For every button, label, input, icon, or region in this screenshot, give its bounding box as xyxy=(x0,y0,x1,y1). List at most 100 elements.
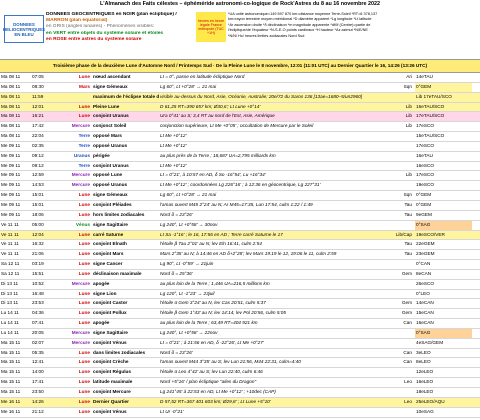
event-date: Di 13 11 xyxy=(1,280,19,286)
event-time: 21:12 xyxy=(32,408,44,414)
table-row: Ma 15 11 05:35 Lune dans limites zodiacales… xyxy=(0,349,480,359)
event-sign xyxy=(375,142,415,151)
event-date: Ma 08 11 xyxy=(1,113,21,119)
event-sign xyxy=(375,329,415,338)
event-date: Di 13 11 xyxy=(1,300,19,306)
event-zodiac: 0°GEM xyxy=(416,201,432,207)
event-sign xyxy=(375,280,415,289)
event-detail: Lt = 0°21' ; à 21:56 en AD, δ -22°26', L… xyxy=(160,339,264,345)
event-zodiac: 17eSCO xyxy=(416,142,434,148)
event-name: signe Cancer xyxy=(93,261,123,267)
event-name: dans limites zodiacales xyxy=(93,349,146,355)
event-zodiac: 17eSCO xyxy=(416,172,434,178)
table-row: Ve 11 11 16:32 Lune conjoint Elnath l'étoile… xyxy=(0,240,480,251)
event-name: conjonct Soleil xyxy=(93,123,127,129)
event-sign: Lib xyxy=(405,103,412,109)
event-zodiac: 3eLEO xyxy=(416,349,431,355)
event-planet: Lune xyxy=(78,359,90,365)
event-zodiac: 25eLEO/AQU xyxy=(416,398,445,404)
event-planet: Lune xyxy=(78,211,90,217)
event-name: conjoint Pollux xyxy=(93,310,127,316)
event-time: 18:06 xyxy=(32,211,44,217)
event-planet: Lune xyxy=(78,192,90,198)
event-name: conjoint Uranus xyxy=(93,113,129,119)
event-name: opposé Lune xyxy=(93,172,123,178)
event-detail: D 57,52 RT=367 401 603 km; Ø29,8' ; Lt L… xyxy=(160,398,271,404)
event-detail: l'étoile α Gem 3°24' au N, lev Cas 20:51… xyxy=(160,300,266,306)
event-time: 08:30 xyxy=(32,83,44,89)
table-row: Ma 15 11 02:07 Mercure conjoint Vénus Lt = 0… xyxy=(0,339,480,349)
legend: DONNEES GEOCENTRIQUES en NOIR (plan écli… xyxy=(46,9,194,59)
table-row: Di 13 11 16:48 Lune signe Lion Lg 120°, Lt -… xyxy=(0,290,480,300)
event-name: nœud ascendant xyxy=(93,74,131,79)
event-name: opposé Uranus xyxy=(93,182,128,188)
table-row: Ma 08 11 12:01 Lune Pleine Lune D 61,25 RT=3… xyxy=(0,102,480,113)
event-name: déclinaison maximale xyxy=(93,270,142,276)
event-name: conjoint Mercure xyxy=(93,389,131,394)
event-time: 21:06 xyxy=(32,251,44,257)
event-planet: Lune xyxy=(78,290,90,296)
event-time: 12:41 xyxy=(32,359,44,365)
event-planet: Lune xyxy=(78,310,90,316)
event-time: 15:01 xyxy=(32,192,44,198)
event-zodiac: 0°GEM xyxy=(416,192,432,198)
table-row: Di 13 11 23:53 Lune conjoint Castor l'étoile… xyxy=(0,299,480,310)
event-sign xyxy=(375,290,415,299)
event-date: Ma 08 11 xyxy=(1,103,21,109)
table-row: Me 09 11 14:53 Mercure opposé Uranus Lt Me +… xyxy=(0,181,480,192)
event-detail: Lg 241°45' à 22:53 en AD, Lt Me +0°12' ;… xyxy=(160,389,276,394)
table-row: Me 09 11 09:12 Terre conjoint Uranus Lt Me +… xyxy=(0,162,480,172)
event-name: Dernier Quartier xyxy=(93,398,129,404)
event-sign xyxy=(375,408,415,417)
event-sign: Sqn xyxy=(403,83,412,89)
event-planet: Mercure xyxy=(71,172,90,178)
event-name: hors limites zodiacales xyxy=(93,211,145,217)
event-name: apogée xyxy=(93,280,110,286)
event-name: Pleine Lune xyxy=(93,103,120,109)
event-time: 20:05 xyxy=(32,329,44,335)
timezone-box: heures en heure légale France métropole … xyxy=(196,12,226,42)
table-row: Lu 14 11 07:41 Lune apogée au plus loin de l… xyxy=(0,319,480,329)
event-date: Me 09 11 xyxy=(1,142,21,148)
table-row: Ma 15 11 12:41 Lune conjoint Crèche l'amas o… xyxy=(0,358,480,369)
event-time: 15:01 xyxy=(32,201,44,207)
event-zodiac: 23eGEM xyxy=(416,251,435,257)
event-zodiac: 16eTAU/SCO xyxy=(416,103,445,109)
event-time: 14:00 xyxy=(32,369,44,375)
event-time: 16:48 xyxy=(32,290,44,296)
table-row: Me 09 11 09:12 Uranus périgée au plus près d… xyxy=(0,152,480,162)
event-sign: Gem xyxy=(401,300,412,306)
event-date: Ve 11 11 xyxy=(1,231,19,237)
event-detail: Mars 2°35' au N; à 14:46 en AD δ+2°28'; … xyxy=(160,251,337,257)
event-name: conjoint Mars xyxy=(93,251,124,257)
event-zodiac: 8eCAN xyxy=(416,270,432,276)
event-zodiac: 0°CAN xyxy=(416,261,431,267)
event-name: maximum de l'éclipse totale de Lune xyxy=(93,93,159,99)
event-detail: D 61,25 RT=390 657 km; Ø30,6'; Lt Lune +… xyxy=(160,103,261,109)
event-time: 14:26 xyxy=(32,398,44,404)
event-date: Ma 08 11 xyxy=(1,123,21,129)
event-sign: Leo xyxy=(404,379,412,385)
event-zodiac: 16eCAN xyxy=(416,320,434,326)
event-time: 04:36 xyxy=(32,310,44,316)
event-detail: Nord +5°16' / plan écliptique "ailes du … xyxy=(160,379,257,385)
event-detail: Lg 60°, Lt +0°28' → 21 mai xyxy=(160,83,217,89)
event-detail: Lg 90°, Lt -0°59' → 21juin xyxy=(160,261,214,267)
event-planet: Lune xyxy=(78,270,90,276)
table-row: Me 09 11 02:35 Terre opposé Uranus Lt Me +0°… xyxy=(0,142,480,152)
event-zodiac: 26eSCO xyxy=(416,280,434,286)
event-detail: Lt Ur -0°21' xyxy=(160,408,184,414)
event-planet: Lune xyxy=(78,103,90,109)
event-time: 12:04 xyxy=(32,231,44,237)
event-planet: Lune xyxy=(78,349,90,355)
table-row: Ve 11 11 12:04 Lune carré Saturne Lt Sa -1°1… xyxy=(0,230,480,241)
event-date: Ma 15 11 xyxy=(1,349,21,355)
event-detail: conjonction supérieure, Lt Me +0°05' ; o… xyxy=(160,123,314,129)
table-row: Ma 08 11 08:30 Mars signe Gémeaux Lg 60°, Lt… xyxy=(0,82,480,93)
event-sign: Lib xyxy=(405,113,412,119)
event-planet: Lune xyxy=(78,389,90,394)
event-time: 22:04 xyxy=(32,133,44,139)
event-sign xyxy=(375,388,415,397)
event-sign: Lib/Cap xyxy=(395,231,412,237)
event-name: conjoint Elnath xyxy=(93,241,127,247)
